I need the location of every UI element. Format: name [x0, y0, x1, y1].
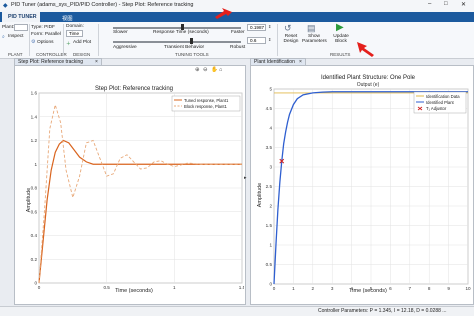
ident-chart-title: Identified Plant Structure: One Pole: [321, 75, 416, 81]
y-tick-label: 1.4: [31, 114, 38, 119]
x-tick-label: 6: [389, 286, 392, 291]
x-tick-label: 4: [350, 286, 353, 291]
ident-chart-subtitle: Output (e): [357, 82, 380, 88]
x-tick-label: 7: [409, 286, 412, 291]
y-tick-label: 0.6: [31, 209, 38, 214]
y-tick-label: 0.4: [31, 233, 38, 238]
legend-label: Block response, Plant1: [184, 104, 228, 109]
step-chart-xlabel: Time (seconds): [115, 288, 153, 294]
arrow-top: [215, 8, 232, 19]
x-tick-label: 1: [173, 285, 176, 290]
status-text: Controller Parameters: P = 1.345, I = 12…: [318, 308, 447, 314]
step-plot-chart[interactable]: Step Plot: Reference tracking Time (seco…: [14, 65, 244, 303]
y-tick-label: 1: [269, 243, 272, 248]
y-tick-label: 1.6: [31, 91, 38, 96]
y-tick-label: 2: [269, 204, 272, 209]
ident-chart-xlabel: Time (seconds): [349, 288, 387, 294]
ident-chart-ylabel: Amplitude: [257, 183, 263, 207]
y-tick-label: 0: [269, 282, 272, 287]
y-tick-label: 1: [34, 162, 37, 167]
legend-label: Tuned response, Plant1: [184, 98, 229, 103]
identification-chart[interactable]: Identified Plant Structure: One Pole Out…: [250, 65, 472, 303]
x-tick-label: 3: [331, 286, 334, 291]
y-tick-label: 5: [269, 87, 272, 92]
y-tick-label: 0.2: [31, 257, 38, 262]
y-tick-label: 2.5: [266, 184, 273, 189]
x-tick-label: 1.5: [239, 285, 244, 290]
y-tick-label: 4: [269, 126, 272, 131]
y-tick-label: 3.5: [266, 145, 273, 150]
legend-label: Identification Data: [426, 94, 460, 99]
x-tick-label: 10: [465, 286, 471, 291]
x-tick-label: 0: [273, 286, 276, 291]
y-tick-label: 4.5: [266, 106, 273, 111]
splitter-handle-icon[interactable]: ▸: [244, 175, 247, 181]
x-tick-label: 0: [38, 285, 41, 290]
arrow-right: [357, 42, 374, 57]
y-tick-label: 0.5: [266, 262, 273, 267]
y-tick-label: 0.8: [31, 186, 38, 191]
legend-label: T₁ Adjustor: [426, 106, 447, 111]
x-tick-label: 0.5: [103, 285, 110, 290]
y-tick-label: 0: [34, 281, 37, 286]
y-tick-label: 3: [269, 165, 272, 170]
y-tick-label: 1.2: [31, 138, 38, 143]
x-tick-label: 8: [428, 286, 431, 291]
legend-label: Identified Plant: [426, 100, 455, 105]
x-tick-label: 2: [312, 286, 315, 291]
x-tick-label: 5: [370, 286, 373, 291]
x-tick-label: 9: [447, 286, 450, 291]
y-tick-label: 1.5: [266, 223, 273, 228]
step-chart-title: Step Plot: Reference tracking: [95, 86, 173, 92]
x-tick-label: 1: [292, 286, 295, 291]
